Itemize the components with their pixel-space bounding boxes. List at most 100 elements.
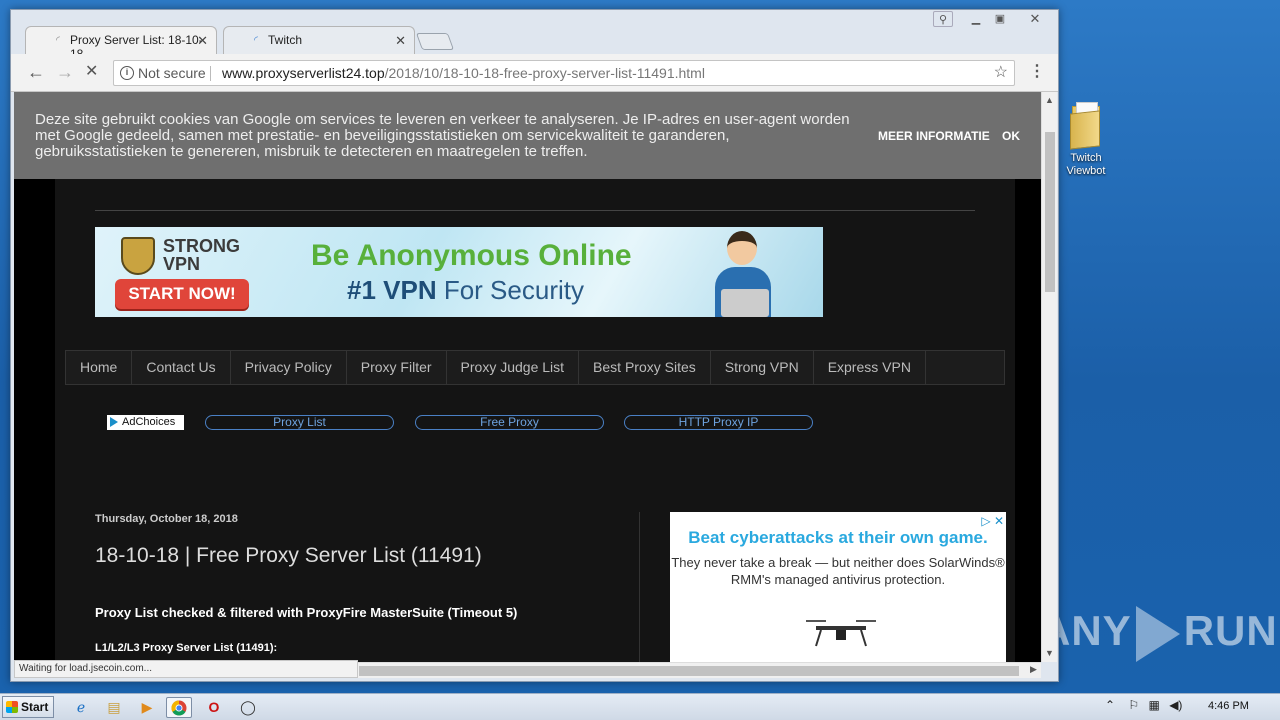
chat-icon[interactable]: ◯ xyxy=(235,697,261,718)
maximize-button[interactable]: ▣ xyxy=(989,11,1011,27)
web-viewport: · · · · · STRONGVPN START NOW! Be Anonym… xyxy=(14,92,1041,678)
side-ad-headline: Beat cyberattacks at their own game. xyxy=(688,528,988,547)
tab-close-icon[interactable]: ✕ xyxy=(197,33,208,49)
ie-icon[interactable]: ℯ xyxy=(68,697,94,718)
system-tray: ⌃ ⚐ ▦ ◀) xyxy=(1105,698,1182,712)
strongvpn-banner-ad[interactable]: STRONG VPN START NOW! Be Anonymous Online… xyxy=(95,227,823,317)
scroll-thumb[interactable] xyxy=(1045,132,1055,292)
url-host: www.proxyserverlist24.top xyxy=(222,65,385,81)
adchoices-icon xyxy=(110,417,118,427)
chrome-icon[interactable] xyxy=(166,697,192,718)
ad-link-proxy-list[interactable]: Proxy List xyxy=(205,415,394,430)
bookmark-star-icon[interactable]: ☆ xyxy=(994,61,1008,85)
cookie-ok-button[interactable]: OK xyxy=(1002,128,1020,144)
scroll-down-icon[interactable]: ▼ xyxy=(1045,648,1054,658)
ad-close-icon[interactable]: ▷ ✕ xyxy=(981,514,1004,528)
forward-button[interactable]: → xyxy=(56,63,74,81)
cookie-text: Deze site gebruikt cookies van Google om… xyxy=(35,111,850,160)
nav-item-proxy-judge[interactable]: Proxy Judge List xyxy=(447,351,580,384)
loading-icon: ◜ xyxy=(254,35,258,46)
post-date: Thursday, October 18, 2018 xyxy=(95,513,238,525)
adchoices-label: AdChoices xyxy=(122,416,176,428)
watermark-text-b: RUN xyxy=(1183,607,1278,655)
nav-item-home[interactable]: Home xyxy=(66,351,133,384)
browser-menu-icon[interactable]: ⋮ xyxy=(1029,64,1045,80)
cookie-consent-banner: Deze site gebruikt cookies van Google om… xyxy=(14,92,1041,179)
banner-subline-rest: For Security xyxy=(436,275,584,305)
address-bar[interactable]: i Not secure www.proxyserverlist24.top/2… xyxy=(113,60,1015,86)
page-content: · · · · · STRONGVPN START NOW! Be Anonym… xyxy=(55,92,1015,678)
adchoices-badge[interactable]: AdChoices xyxy=(107,415,184,430)
flag-icon[interactable]: ⚐ xyxy=(1128,698,1139,712)
nav-item-privacy[interactable]: Privacy Policy xyxy=(231,351,347,384)
brand-line2: VPN xyxy=(163,254,201,274)
address-separator xyxy=(210,66,211,81)
banner-brand: STRONG VPN xyxy=(163,237,240,273)
nav-item-proxy-filter[interactable]: Proxy Filter xyxy=(347,351,447,384)
browser-window: ◜ Proxy Server List: 18-10-18 ✕ ◜ Twitch… xyxy=(10,9,1059,682)
start-button[interactable]: Start xyxy=(2,696,54,718)
security-label: Not secure xyxy=(138,65,206,81)
nav-item-strong-vpn[interactable]: Strong VPN xyxy=(711,351,814,384)
url-path: /2018/10/18-10-18-free-proxy-server-list… xyxy=(384,65,705,81)
url-text: www.proxyserverlist24.top/2018/10/18-10-… xyxy=(222,61,705,85)
cookie-more-info-link[interactable]: MEER INFORMATIE xyxy=(878,128,990,144)
scroll-right-icon[interactable]: ▶ xyxy=(1030,664,1037,675)
browser-toolbar: ← → ✕ i Not secure www.proxyserverlist24… xyxy=(11,54,1058,92)
minimize-button[interactable]: ▁ xyxy=(965,11,987,27)
banner-headline: Be Anonymous Online xyxy=(311,239,632,272)
drone-icon xyxy=(806,620,876,647)
ad-link-http-proxy-ip[interactable]: HTTP Proxy IP xyxy=(624,415,813,430)
desktop-icon-twitch-viewbot[interactable]: Twitch Viewbot xyxy=(1060,102,1112,178)
person-illustration xyxy=(715,231,771,317)
site-nav: Home Contact Us Privacy Policy Proxy Fil… xyxy=(65,350,1005,385)
hscroll-thumb[interactable] xyxy=(359,666,1019,676)
stop-loading-button[interactable]: ✕ xyxy=(85,63,98,81)
column-divider xyxy=(639,512,640,678)
tab-proxy-server-list[interactable]: ◜ Proxy Server List: 18-10-18 ✕ xyxy=(25,26,217,61)
start-label: Start xyxy=(21,700,49,714)
tab-title: Twitch xyxy=(268,33,303,47)
tab-twitch[interactable]: ◜ Twitch ✕ xyxy=(223,26,415,54)
anyrun-watermark: ANY RUN xyxy=(1040,606,1278,662)
tab-close-icon[interactable]: ✕ xyxy=(395,33,406,49)
desktop-icon-label-line1: Twitch xyxy=(1070,152,1102,164)
tray-expand-icon[interactable]: ⌃ xyxy=(1105,698,1115,712)
vertical-scrollbar[interactable]: ▲ ▼ xyxy=(1041,92,1057,662)
side-ad-body: They never take a break — but neither do… xyxy=(671,555,1005,587)
nav-item-contact[interactable]: Contact Us xyxy=(132,351,231,384)
post-subtitle: Proxy List checked & filtered with Proxy… xyxy=(95,605,518,620)
brand-line1: STRONG xyxy=(163,236,241,256)
media-player-icon[interactable]: ▶ xyxy=(134,697,160,718)
network-icon[interactable]: ▦ xyxy=(1149,698,1160,712)
explorer-icon[interactable]: ▤ xyxy=(101,697,127,718)
proxy-list-heading: L1/L2/L3 Proxy Server List (11491): xyxy=(95,642,278,654)
nav-item-best-proxy-sites[interactable]: Best Proxy Sites xyxy=(579,351,711,384)
header-divider xyxy=(95,210,975,211)
watermark-play-icon xyxy=(1135,606,1180,662)
tab-strip: ◜ Proxy Server List: 18-10-18 ✕ ◜ Twitch… xyxy=(11,10,1058,61)
scroll-up-icon[interactable]: ▲ xyxy=(1045,95,1054,105)
back-button[interactable]: ← xyxy=(27,63,45,81)
nav-item-express-vpn[interactable]: Express VPN xyxy=(814,351,926,384)
new-tab-button[interactable] xyxy=(415,33,455,50)
banner-subline-strong: #1 VPN xyxy=(347,275,437,305)
folder-icon xyxy=(1068,102,1104,150)
shield-icon xyxy=(121,237,155,275)
loading-icon: ◜ xyxy=(56,35,60,46)
solarwinds-side-ad[interactable]: ▷ ✕ Beat cyberattacks at their own game.… xyxy=(670,512,1006,672)
ad-link-free-proxy[interactable]: Free Proxy xyxy=(415,415,604,430)
status-bubble: Waiting for load.jsecoin.com... xyxy=(14,660,358,678)
close-window-button[interactable]: ✕ xyxy=(1021,11,1049,27)
post-title[interactable]: 18-10-18 | Free Proxy Server List (11491… xyxy=(95,544,482,568)
opera-icon[interactable]: O xyxy=(201,697,227,718)
info-icon[interactable]: i xyxy=(120,66,134,80)
profile-icon[interactable]: ⚲ xyxy=(933,11,953,27)
desktop-icon-label-line2: Viewbot xyxy=(1066,165,1106,177)
taskbar: Start ℯ ▤ ▶ O ◯ ⌃ ⚐ ▦ ◀) 4:46 PM xyxy=(0,693,1280,720)
banner-subline: #1 VPN For Security xyxy=(347,275,584,306)
clock[interactable]: 4:46 PM xyxy=(1208,700,1249,712)
start-now-button[interactable]: START NOW! xyxy=(115,279,249,309)
windows-logo-icon xyxy=(6,701,18,713)
volume-icon[interactable]: ◀) xyxy=(1169,698,1182,712)
